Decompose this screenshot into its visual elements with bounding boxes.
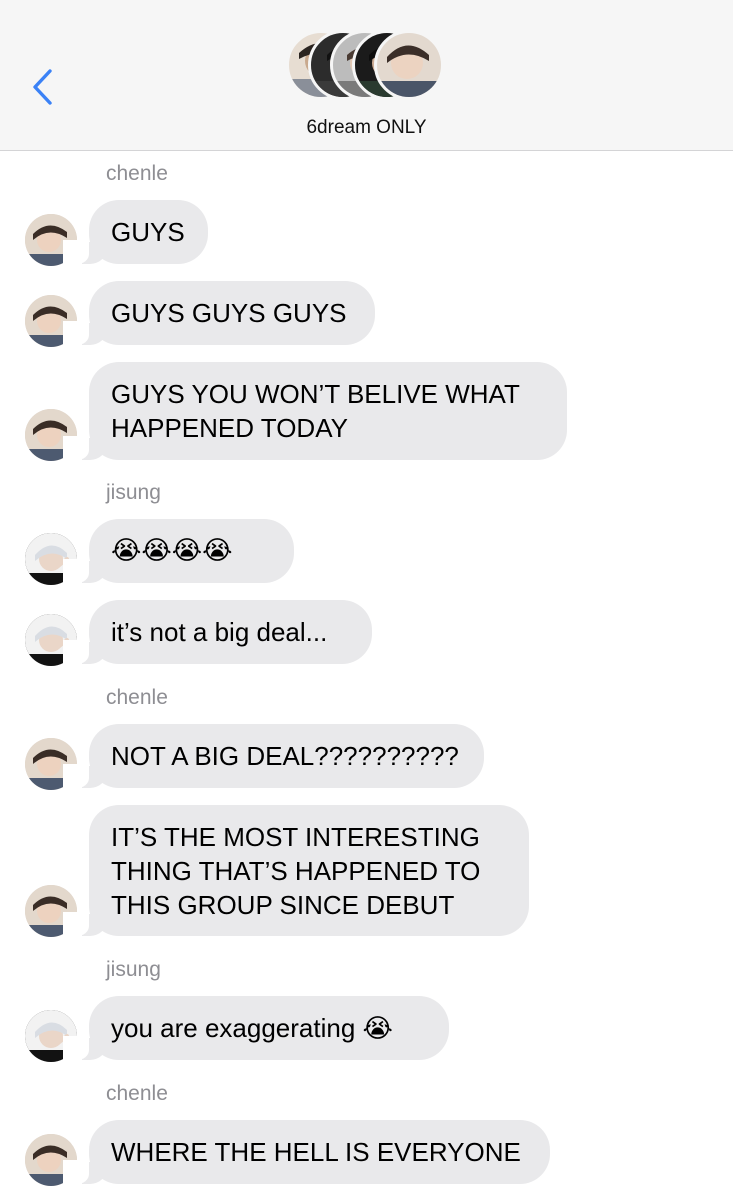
message-bubble[interactable]: NOT A BIG DEAL?????????? — [63, 724, 484, 788]
message-text: you are exaggerating 😭 — [111, 1013, 393, 1043]
message-bubble[interactable]: WHERE THE HELL IS EVERYONE — [63, 1120, 550, 1184]
message-bubble[interactable]: GUYS YOU WON’T BELIVE WHAT HAPPENED TODA… — [63, 362, 567, 460]
message-bubble[interactable]: GUYS — [63, 200, 208, 264]
back-button[interactable] — [22, 62, 62, 112]
message-text: IT’S THE MOST INTERESTING THING THAT’S H… — [111, 821, 481, 920]
message-bubble[interactable]: it’s not a big deal... — [63, 600, 372, 664]
message-text: WHERE THE HELL IS EVERYONE — [111, 1137, 521, 1167]
sender-label: jisung — [106, 958, 161, 981]
message-bubble[interactable]: 😭😭😭😭 — [63, 519, 294, 583]
message-text: it’s not a big deal... — [111, 617, 328, 647]
message-bubble[interactable]: you are exaggerating 😭 — [63, 996, 449, 1060]
message-bubble[interactable]: GUYS GUYS GUYS — [63, 281, 375, 345]
member-avatar — [374, 30, 444, 100]
chevron-left-icon — [33, 69, 52, 105]
sender-label: jisung — [106, 481, 161, 504]
conversation-header: 6dream ONLY — [0, 0, 733, 151]
sender-label: chenle — [106, 1082, 168, 1105]
message-text: GUYS — [111, 217, 185, 247]
message-text: NOT A BIG DEAL?????????? — [111, 741, 459, 771]
sender-label: chenle — [106, 162, 168, 185]
message-bubble[interactable]: IT’S THE MOST INTERESTING THING THAT’S H… — [63, 805, 529, 936]
message-text: GUYS GUYS GUYS — [111, 298, 347, 328]
sender-label: chenle — [106, 686, 168, 709]
message-text: GUYS YOU WON’T BELIVE WHAT HAPPENED TODA… — [111, 379, 520, 443]
message-text: 😭😭😭😭 — [111, 536, 233, 566]
group-name: 6dream ONLY — [306, 117, 427, 138]
group-avatar-stack[interactable] — [286, 30, 451, 106]
